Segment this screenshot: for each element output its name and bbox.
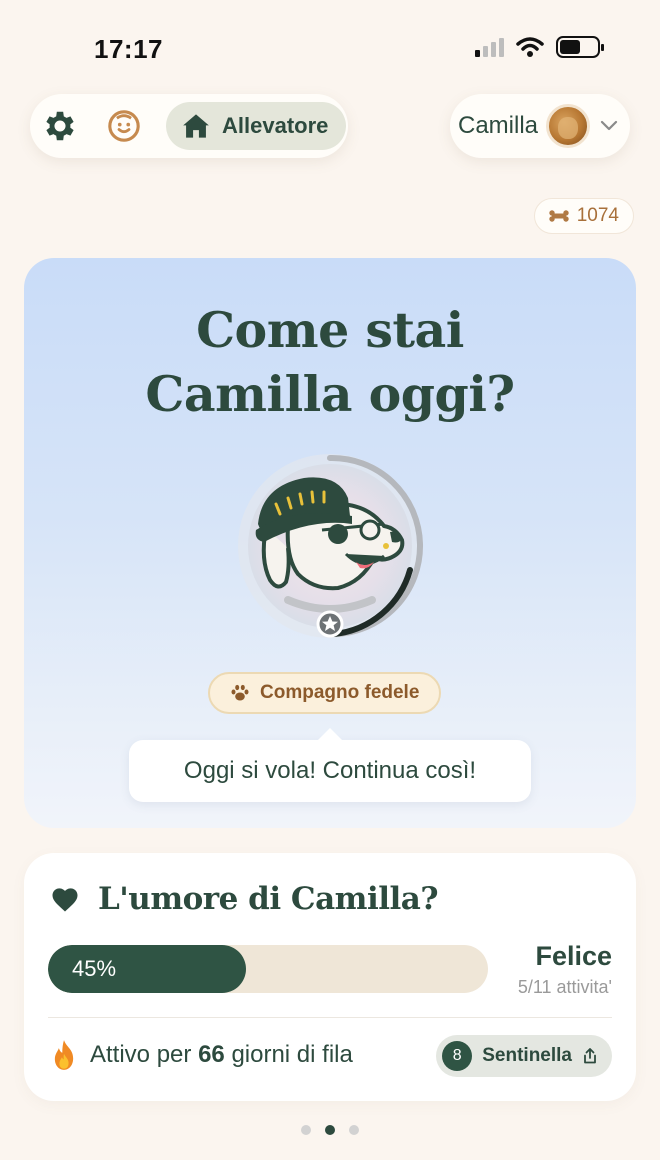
mood-progress-label: 45% bbox=[72, 956, 117, 981]
speech-bubble: Oggi si vola! Continua così! bbox=[129, 728, 531, 802]
dog-mascot bbox=[238, 454, 423, 638]
streak-info: Attivo per 66 giorni di fila bbox=[50, 1039, 353, 1071]
streak-suffix: giorni di fila bbox=[231, 1041, 353, 1068]
home-label: Allevatore bbox=[222, 113, 329, 138]
signal-icon bbox=[475, 37, 504, 57]
page-dot[interactable] bbox=[301, 1125, 311, 1135]
divider bbox=[48, 1017, 612, 1018]
profile-button[interactable] bbox=[104, 106, 144, 146]
home-icon bbox=[183, 114, 209, 138]
streak-days: 66 bbox=[198, 1041, 225, 1068]
status-badge[interactable]: Compagno fedele bbox=[208, 672, 442, 714]
mood-title: L'umore di Camilla? bbox=[98, 881, 439, 917]
streak-text: Attivo per 66 giorni di fila bbox=[90, 1041, 353, 1069]
settings-button[interactable] bbox=[40, 106, 80, 146]
paw-icon bbox=[231, 684, 249, 701]
avatar bbox=[546, 104, 591, 148]
status-time: 17:17 bbox=[94, 34, 163, 64]
fire-icon bbox=[54, 1040, 74, 1070]
streak-prefix: Attivo per bbox=[90, 1041, 192, 1068]
page-dot[interactable] bbox=[349, 1125, 359, 1135]
heart-icon bbox=[52, 888, 78, 912]
points-badge[interactable]: 1074 bbox=[533, 198, 634, 234]
gear-icon bbox=[46, 111, 74, 141]
rank-badge[interactable]: 8 Sentinella bbox=[436, 1035, 612, 1077]
smiley-face-icon bbox=[108, 110, 140, 142]
bubble-message: Oggi si vola! Continua così! bbox=[183, 757, 477, 784]
page-title: Come stai Camilla oggi? bbox=[24, 298, 636, 426]
mood-progress-bar: 45% bbox=[48, 945, 488, 993]
user-name: Camilla bbox=[458, 112, 539, 139]
rank-label: Sentinella bbox=[482, 1045, 572, 1066]
title-line-2: Camilla oggi? bbox=[145, 365, 515, 423]
chevron-down-icon bbox=[600, 120, 618, 131]
home-button[interactable]: Allevatore bbox=[166, 102, 347, 150]
battery-icon bbox=[556, 36, 604, 58]
page-dot-active[interactable] bbox=[325, 1125, 335, 1135]
rank-number: 8 bbox=[442, 1041, 473, 1071]
mood-header: L'umore di Camilla? bbox=[50, 881, 439, 917]
user-switcher[interactable]: Camilla bbox=[450, 94, 630, 158]
bone-icon bbox=[549, 210, 569, 222]
activity-count: 5/11 attivita' bbox=[517, 977, 612, 997]
top-nav: Allevatore bbox=[30, 94, 348, 158]
wifi-icon bbox=[516, 37, 544, 57]
points-value: 1074 bbox=[576, 205, 619, 226]
daily-checkin-card: Come stai Camilla oggi? Compagno fedele … bbox=[24, 258, 636, 828]
status-icons bbox=[475, 36, 604, 58]
status-bar: 17:17 bbox=[0, 0, 660, 90]
mood-card: L'umore di Camilla? 45% Felice 5/11 atti… bbox=[24, 853, 636, 1101]
badge-label: Compagno fedele bbox=[260, 682, 420, 703]
mascot-avatar[interactable] bbox=[234, 450, 426, 642]
share-icon bbox=[584, 1048, 596, 1064]
mood-status: Felice bbox=[535, 941, 612, 971]
title-line-1: Come stai bbox=[196, 301, 464, 359]
page-indicator[interactable] bbox=[0, 1125, 660, 1135]
mood-progress-fill: 45% bbox=[48, 945, 246, 993]
